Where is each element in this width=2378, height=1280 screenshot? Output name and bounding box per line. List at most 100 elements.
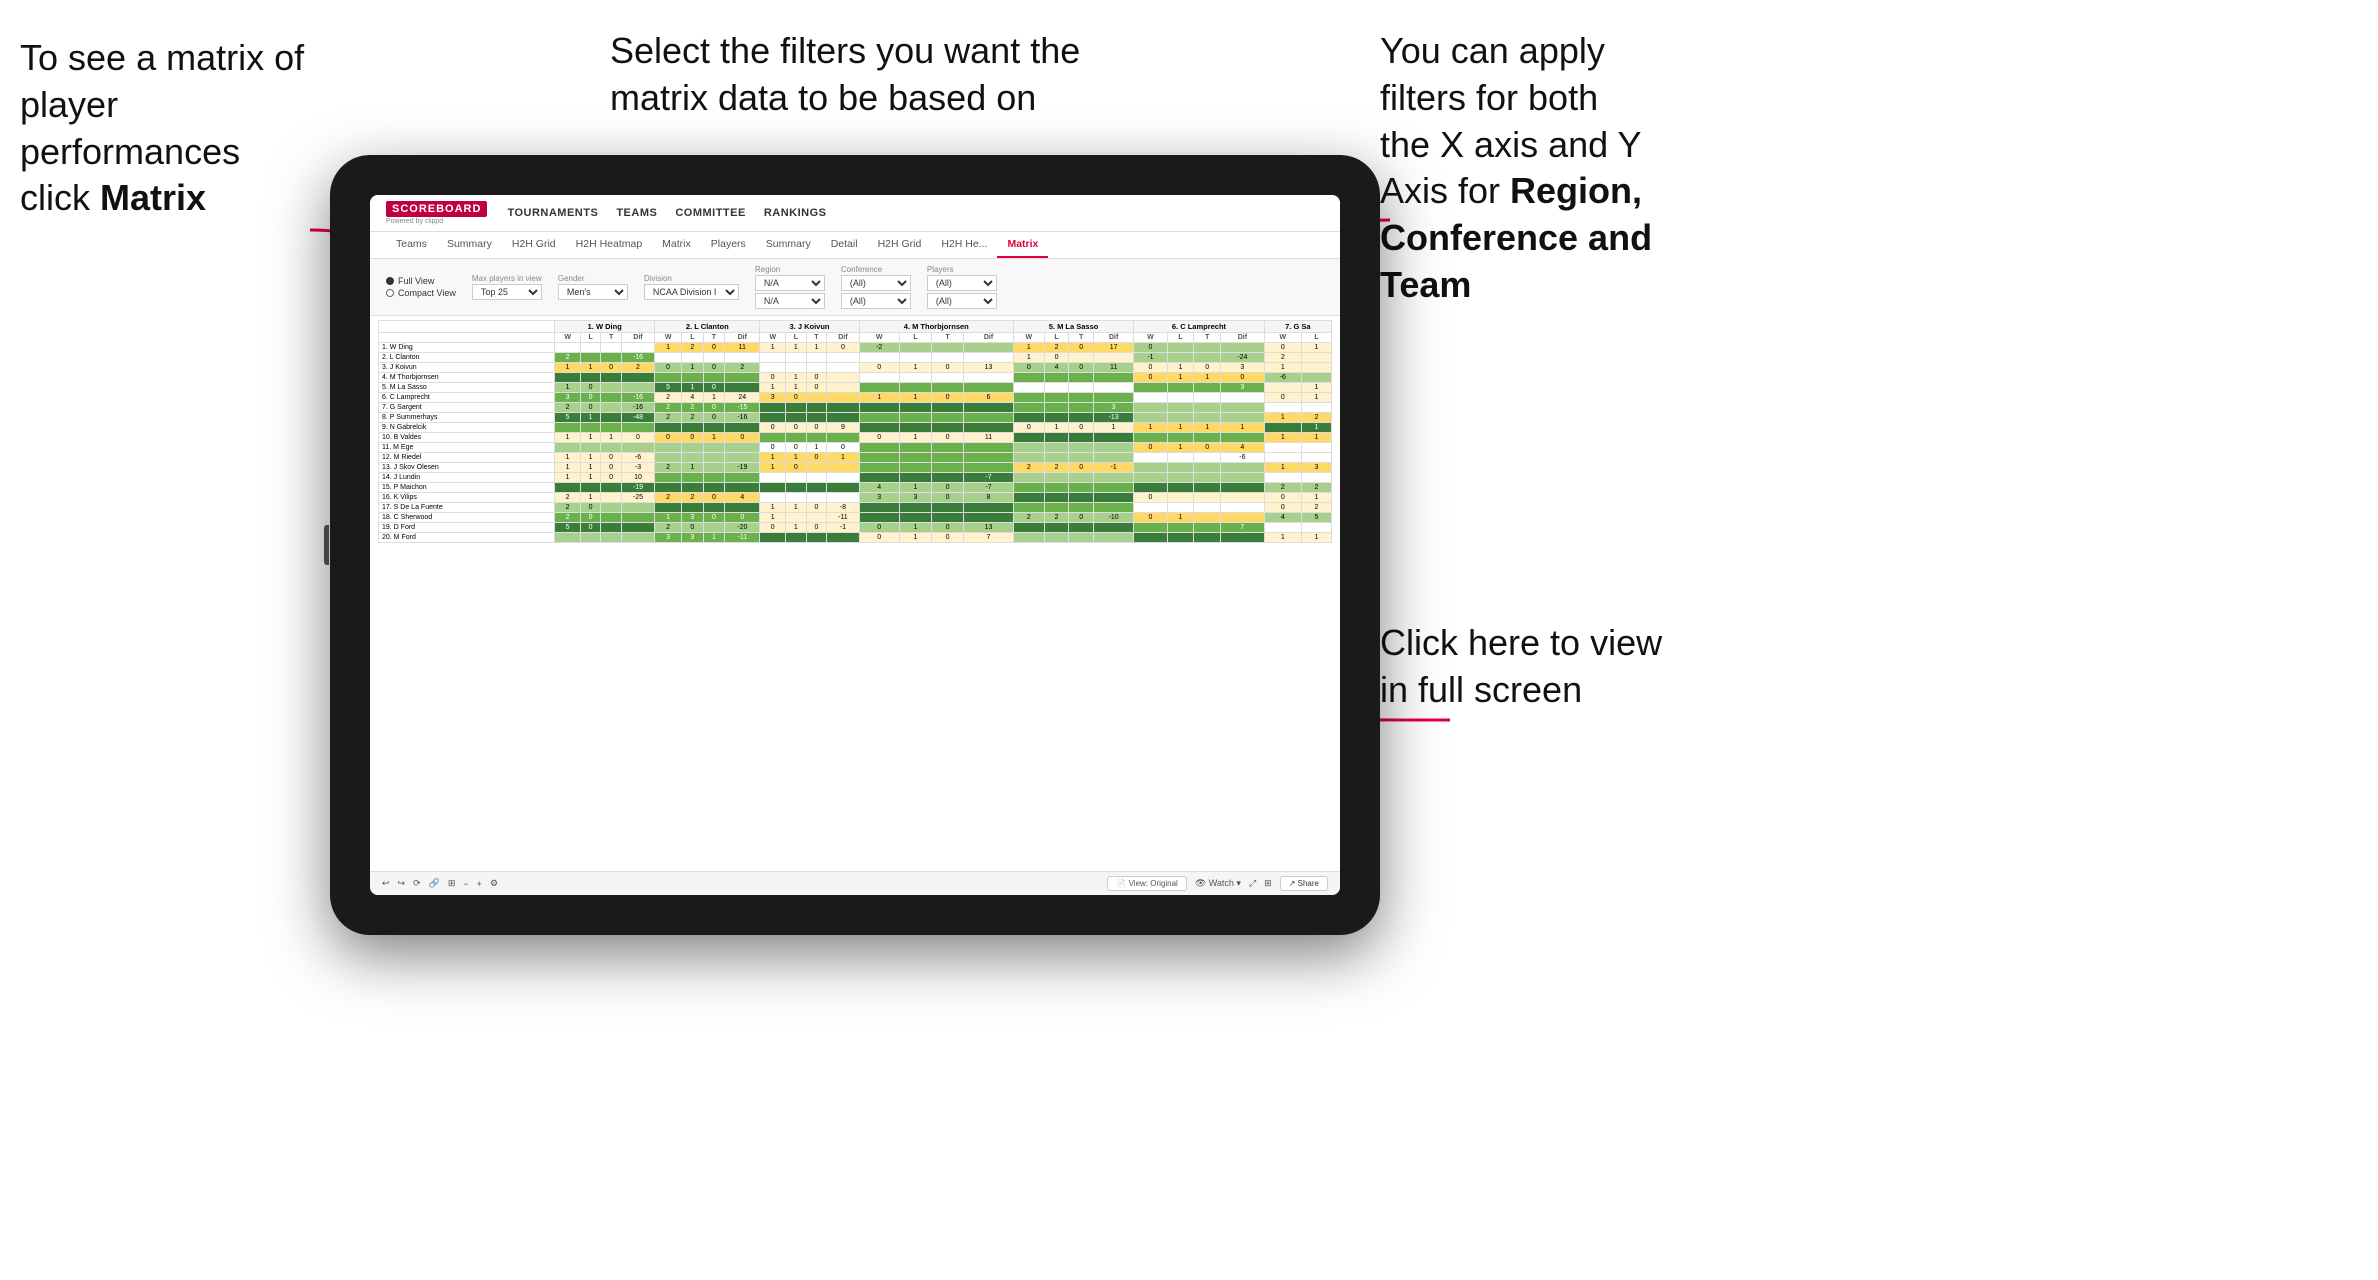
matrix-cell xyxy=(1301,373,1331,383)
nav-teams[interactable]: TEAMS xyxy=(616,207,657,219)
players-select-1[interactable]: (All) xyxy=(927,275,997,291)
matrix-cell xyxy=(725,353,760,363)
matrix-cell: 2 xyxy=(682,403,704,413)
matrix-cell xyxy=(1167,383,1194,393)
matrix-cell xyxy=(555,343,581,353)
matrix-cell xyxy=(1194,503,1221,513)
toolbar-redo[interactable]: ↪ xyxy=(398,878,406,889)
matrix-cell xyxy=(1221,433,1265,443)
th-gs-w: W xyxy=(1264,333,1301,343)
sub-nav-summary[interactable]: Summary xyxy=(437,232,502,258)
matrix-cell xyxy=(1044,533,1069,543)
scoreboard-logo: SCOREBOARD xyxy=(386,201,487,217)
compact-view-option[interactable]: Compact View xyxy=(386,288,456,298)
toolbar-watch[interactable]: 👁 Watch ▾ xyxy=(1195,878,1241,889)
sub-nav-h2h-heatmap[interactable]: H2H Heatmap xyxy=(566,232,653,258)
matrix-cell xyxy=(621,443,654,453)
matrix-cell xyxy=(580,443,600,453)
matrix-cell: 0 xyxy=(827,343,859,353)
matrix-cell: 0 xyxy=(703,493,725,503)
sub-nav-h2h-he[interactable]: H2H He... xyxy=(931,232,997,258)
matrix-cell: 0 xyxy=(703,413,725,423)
sub-nav-matrix-active[interactable]: Matrix xyxy=(997,232,1048,258)
matrix-cell: 0 xyxy=(725,513,760,523)
share-button[interactable]: ↗ Share xyxy=(1280,876,1328,891)
matrix-cell: 0 xyxy=(703,383,725,393)
table-row: 9. N Gabrelcik0009010111111 xyxy=(379,423,1332,433)
matrix-cell: 4 xyxy=(1264,513,1301,523)
players-select-2[interactable]: (All) xyxy=(927,293,997,309)
region-select-2[interactable]: N/A xyxy=(755,293,825,309)
matrix-cell: 0 xyxy=(580,503,600,513)
matrix-cell: 0 xyxy=(682,523,704,533)
matrix-cell xyxy=(964,443,1014,453)
toolbar-expand[interactable]: ⤢ xyxy=(1249,878,1256,889)
compact-view-radio[interactable] xyxy=(386,289,394,297)
th-cl-l: L xyxy=(1167,333,1194,343)
matrix-cell xyxy=(1069,373,1094,383)
conference-select-2[interactable]: (All) xyxy=(841,293,911,309)
matrix-cell: 1 xyxy=(899,483,931,493)
toolbar-refresh[interactable]: ⟳ xyxy=(413,878,421,889)
nav-rankings[interactable]: RANKINGS xyxy=(764,207,827,219)
nav-items: TOURNAMENTS TEAMS COMMITTEE RANKINGS xyxy=(507,207,826,219)
matrix-cell xyxy=(806,533,827,543)
matrix-cell xyxy=(931,503,963,513)
player-name-cell: 10. B Valdes xyxy=(379,433,555,443)
player-name-cell: 12. M Riedel xyxy=(379,453,555,463)
sub-nav-h2h-grid2[interactable]: H2H Grid xyxy=(868,232,932,258)
matrix-cell xyxy=(760,413,786,423)
matrix-cell: 2 xyxy=(555,493,581,503)
matrix-cell: 1 xyxy=(806,343,827,353)
matrix-cell xyxy=(580,373,600,383)
matrix-cell: 0 xyxy=(931,393,963,403)
matrix-cell: 2 xyxy=(1301,503,1331,513)
max-players-select[interactable]: Top 25 xyxy=(472,284,542,300)
nav-tournaments[interactable]: TOURNAMENTS xyxy=(507,207,598,219)
matrix-cell xyxy=(601,403,621,413)
full-view-option[interactable]: Full View xyxy=(386,276,456,286)
matrix-cell xyxy=(827,493,859,503)
matrix-cell: 0 xyxy=(806,503,827,513)
matrix-cell: 0 xyxy=(1013,423,1044,433)
nav-committee[interactable]: COMMITTEE xyxy=(675,207,746,219)
th-jk-dif: Dif xyxy=(827,333,859,343)
conference-select-1[interactable]: (All) xyxy=(841,275,911,291)
matrix-cell: 1 xyxy=(703,433,725,443)
matrix-cell xyxy=(760,403,786,413)
matrix-cell xyxy=(1044,453,1069,463)
toolbar-grid2[interactable]: ⊞ xyxy=(1264,878,1272,889)
matrix-cell xyxy=(655,503,682,513)
region-select[interactable]: N/A xyxy=(755,275,825,291)
sub-nav-teams[interactable]: Teams xyxy=(386,232,437,258)
toolbar-minus[interactable]: − xyxy=(463,879,468,889)
matrix-cell xyxy=(1301,523,1331,533)
th-player-col xyxy=(379,333,555,343)
sub-nav-summary2[interactable]: Summary xyxy=(756,232,821,258)
division-select[interactable]: NCAA Division I xyxy=(644,284,739,300)
matrix-cell: 0 xyxy=(580,403,600,413)
toolbar-link[interactable]: 🔗 xyxy=(429,878,440,889)
matrix-cell xyxy=(786,413,807,423)
gender-select[interactable]: Men's xyxy=(558,284,628,300)
matrix-cell xyxy=(1221,463,1265,473)
matrix-cell: 1 xyxy=(555,383,581,393)
toolbar-settings[interactable]: ⚙ xyxy=(490,878,498,889)
matrix-cell xyxy=(580,423,600,433)
matrix-cell xyxy=(964,413,1014,423)
table-row: 10. B Valdes111000100101111 xyxy=(379,433,1332,443)
view-original-btn[interactable]: 📄 View: Original xyxy=(1107,876,1186,891)
toolbar-plus[interactable]: + xyxy=(477,879,482,889)
sub-nav-h2h-grid[interactable]: H2H Grid xyxy=(502,232,566,258)
matrix-cell xyxy=(1069,413,1094,423)
sub-nav-players[interactable]: Players xyxy=(701,232,756,258)
matrix-cell xyxy=(580,483,600,493)
toolbar-grid[interactable]: ⊞ xyxy=(448,878,456,889)
matrix-cell: 1 xyxy=(580,433,600,443)
matrix-cell: 3 xyxy=(682,513,704,523)
toolbar-undo[interactable]: ↩ xyxy=(382,878,390,889)
sub-nav-matrix[interactable]: Matrix xyxy=(652,232,701,258)
full-view-radio[interactable] xyxy=(386,277,394,285)
matrix-cell: 0 xyxy=(601,453,621,463)
sub-nav-detail[interactable]: Detail xyxy=(821,232,868,258)
